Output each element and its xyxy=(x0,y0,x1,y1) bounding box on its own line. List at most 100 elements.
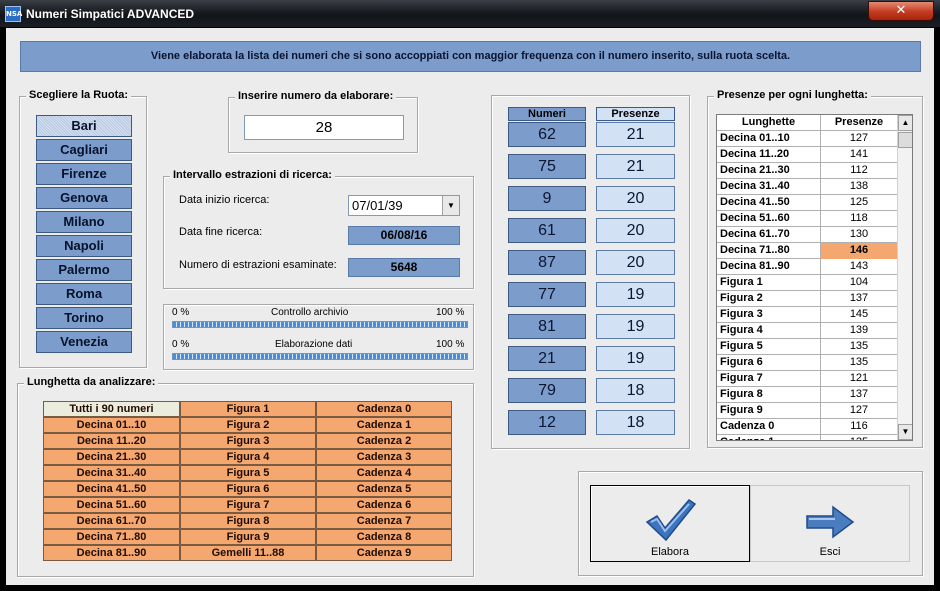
lunghetta-option[interactable]: Figura 9 xyxy=(180,529,316,545)
ruota-button-palermo[interactable]: Palermo xyxy=(36,259,132,281)
presenze-value-cell: 127 xyxy=(849,132,869,144)
lunghetta-option[interactable]: Figura 6 xyxy=(180,481,316,497)
table-row[interactable]: Cadenza 0 116 xyxy=(717,419,897,435)
scrollbar-thumb[interactable] xyxy=(898,132,912,148)
lunghetta-option[interactable]: Decina 31..40 xyxy=(43,465,180,481)
table-row[interactable]: Figura 9 127 xyxy=(717,403,897,419)
ruota-button-bari[interactable]: Bari xyxy=(36,115,132,137)
table-row[interactable]: Decina 51..60 118 xyxy=(717,211,897,227)
arrow-right-icon xyxy=(806,505,855,539)
client-area: Viene elaborata la lista dei numeri che … xyxy=(6,28,934,585)
lunghetta-option[interactable]: Decina 71..80 xyxy=(43,529,180,545)
lunghetta-name-cell: Decina 31..40 xyxy=(717,179,821,195)
lunghetta-option[interactable]: Decina 81..90 xyxy=(43,545,180,561)
lunghetta-option[interactable]: Cadenza 8 xyxy=(316,529,452,545)
lunghetta-name-cell: Figura 2 xyxy=(717,291,821,307)
lunghetta-name-cell: Decina 61..70 xyxy=(717,227,821,243)
result-numero: 75 xyxy=(508,154,586,179)
lunghetta-option[interactable]: Gemelli 11..88 xyxy=(180,545,316,561)
close-button[interactable]: ✕ xyxy=(868,1,934,21)
table-row[interactable]: Decina 71..80 146 xyxy=(717,243,897,259)
presenze-value-cell: 137 xyxy=(849,292,869,304)
app-icon: NSA xyxy=(5,6,22,22)
ruota-button-milano[interactable]: Milano xyxy=(36,211,132,233)
lunghetta-option[interactable]: Decina 41..50 xyxy=(43,481,180,497)
table-row[interactable]: Decina 41..50 125 xyxy=(717,195,897,211)
lunghetta-option[interactable]: Cadenza 3 xyxy=(316,449,452,465)
lunghette-column-header: Lunghette xyxy=(717,115,821,131)
ruota-button-napoli[interactable]: Napoli xyxy=(36,235,132,257)
lunghetta-option[interactable]: Figura 4 xyxy=(180,449,316,465)
ruota-button-torino[interactable]: Torino xyxy=(36,307,132,329)
lunghetta-name-cell: Decina 21..30 xyxy=(717,163,821,179)
ruota-button-firenze[interactable]: Firenze xyxy=(36,163,132,185)
data-inizio-label: Data inizio ricerca: xyxy=(179,194,270,206)
lunghetta-option[interactable]: Figura 8 xyxy=(180,513,316,529)
table-row[interactable]: Decina 31..40 138 xyxy=(717,179,897,195)
lunghetta-option[interactable]: Cadenza 0 xyxy=(316,401,452,417)
lunghetta-option[interactable]: Decina 21..30 xyxy=(43,449,180,465)
numero-input[interactable]: 28 xyxy=(244,115,404,140)
result-presenze: 21 xyxy=(596,122,675,147)
ruota-button-roma[interactable]: Roma xyxy=(36,283,132,305)
table-row[interactable]: Figura 6 135 xyxy=(717,355,897,371)
presenze-value-cell: 143 xyxy=(849,260,869,272)
lunghetta-option[interactable]: Figura 3 xyxy=(180,433,316,449)
presenze-value-cell: 139 xyxy=(849,324,869,336)
table-row[interactable]: Figura 3 145 xyxy=(717,307,897,323)
ruota-button-cagliari[interactable]: Cagliari xyxy=(36,139,132,161)
table-row[interactable]: Cadenza 1125 xyxy=(717,435,897,440)
presenze-value-cell: 138 xyxy=(849,180,869,192)
result-numero: 79 xyxy=(508,378,586,403)
table-row[interactable]: Decina 81..90 143 xyxy=(717,259,897,275)
lunghetta-option[interactable]: Figura 5 xyxy=(180,465,316,481)
lunghetta-option[interactable]: Figura 7 xyxy=(180,497,316,513)
lunghetta-option[interactable]: Cadenza 9 xyxy=(316,545,452,561)
table-row[interactable]: Figura 7 121 xyxy=(717,371,897,387)
lunghetta-name-cell: Cadenza 1 xyxy=(717,435,821,440)
lunghetta-name-cell: Decina 41..50 xyxy=(717,195,821,211)
lunghetta-option[interactable]: Cadenza 5 xyxy=(316,481,452,497)
presenze-value-cell: 116 xyxy=(850,420,868,432)
lunghetta-option[interactable]: Decina 11..20 xyxy=(43,433,180,449)
lunghetta-option[interactable]: Cadenza 2 xyxy=(316,433,452,449)
lunghetta-option[interactable]: Decina 01..10 xyxy=(43,417,180,433)
lunghetta-group-title: Lunghetta da analizzare: xyxy=(24,376,159,388)
table-row[interactable]: Figura 4 139 xyxy=(717,323,897,339)
data-inizio-value: 07/01/39 xyxy=(352,198,403,213)
table-row[interactable]: Figura 5 135 xyxy=(717,339,897,355)
table-row[interactable]: Decina 11..20 141 xyxy=(717,147,897,163)
lunghetta-option[interactable]: Tutti i 90 numeri xyxy=(43,401,180,417)
lunghetta-name-cell: Figura 4 xyxy=(717,323,821,339)
table-row[interactable]: Figura 2 137 xyxy=(717,291,897,307)
lunghetta-option[interactable]: Cadenza 1 xyxy=(316,417,452,433)
num-estrazioni-label: Numero di estrazioni esaminate: xyxy=(179,259,337,271)
table-row[interactable]: Figura 8 137 xyxy=(717,387,897,403)
lunghetta-option[interactable]: Cadenza 7 xyxy=(316,513,452,529)
lunghetta-option[interactable]: Decina 51..60 xyxy=(43,497,180,513)
dropdown-arrow-icon[interactable]: ▼ xyxy=(442,196,459,215)
table-row[interactable]: Decina 01..10 127 xyxy=(717,131,897,147)
table-row[interactable]: Decina 21..30 112 xyxy=(717,163,897,179)
lunghetta-option[interactable]: Cadenza 4 xyxy=(316,465,452,481)
esci-label: Esci xyxy=(819,546,841,558)
ruota-button-venezia[interactable]: Venezia xyxy=(36,331,132,353)
lunghetta-option[interactable]: Figura 2 xyxy=(180,417,316,433)
lunghetta-option[interactable]: Figura 1 xyxy=(180,401,316,417)
lunghetta-name-cell: Cadenza 0 xyxy=(717,419,821,435)
scroll-up-icon[interactable]: ▲ xyxy=(898,115,912,131)
scroll-down-icon[interactable]: ▼ xyxy=(898,424,912,440)
lunghetta-option[interactable]: Cadenza 6 xyxy=(316,497,452,513)
data-inizio-select[interactable]: 07/01/39 ▼ xyxy=(348,195,460,216)
ruota-button-genova[interactable]: Genova xyxy=(36,187,132,209)
vertical-scrollbar[interactable]: ▲ ▼ xyxy=(897,115,912,440)
result-presenze: 20 xyxy=(596,250,675,275)
presenze-value-cell: 146 xyxy=(821,243,897,259)
table-row[interactable]: Decina 61..70 130 xyxy=(717,227,897,243)
table-row[interactable]: Figura 1 104 xyxy=(717,275,897,291)
result-presenze: 18 xyxy=(596,410,675,435)
esci-button[interactable]: Esci xyxy=(750,485,910,562)
lunghetta-option[interactable]: Decina 61..70 xyxy=(43,513,180,529)
presenze-lunghetta-title: Presenze per ogni lunghetta: xyxy=(714,89,871,101)
elabora-button[interactable]: Elabora xyxy=(590,485,750,562)
